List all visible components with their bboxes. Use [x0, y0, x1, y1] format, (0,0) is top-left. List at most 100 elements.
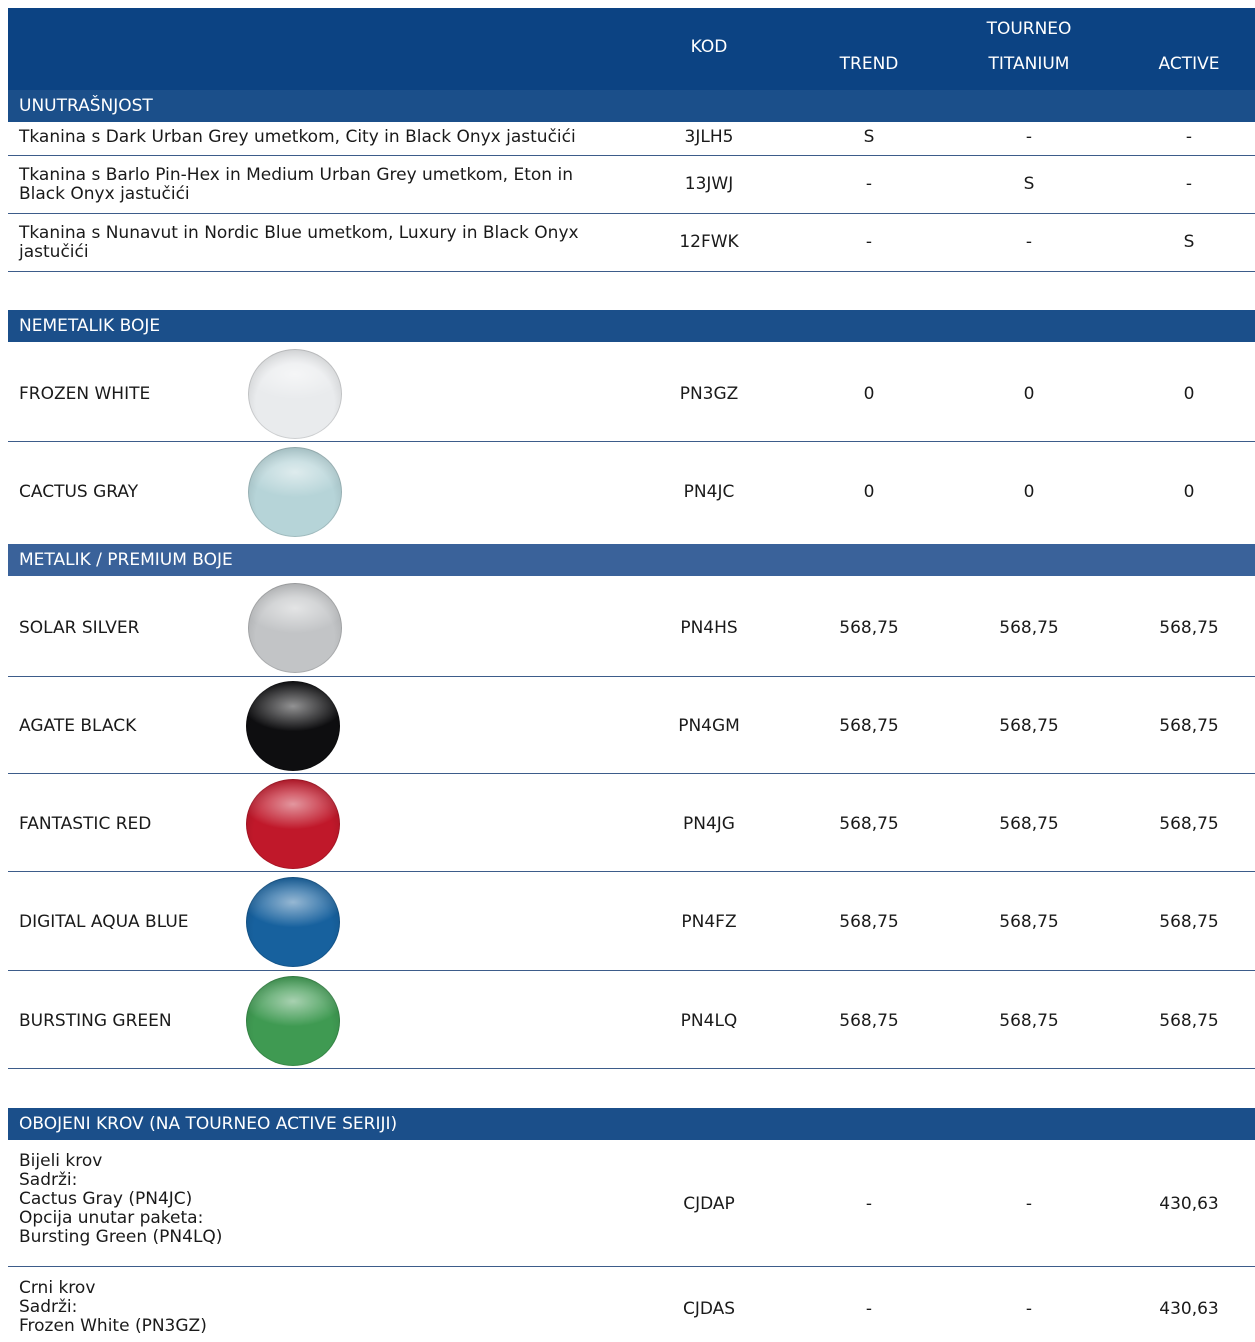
trend-cell: 568,75: [839, 618, 899, 638]
titanium-cell: -: [1025, 1194, 1033, 1214]
active-cell: 568,75: [1159, 618, 1219, 638]
row-divider: [8, 871, 1255, 872]
code-cell: PN4FZ: [681, 912, 737, 932]
color-name: DIGITAL AQUA BLUE: [19, 912, 189, 932]
header-tourneo: TOURNEO: [986, 19, 1072, 39]
active-cell: 430,63: [1159, 1194, 1219, 1214]
code-cell: CJDAP: [683, 1194, 735, 1214]
trend-cell: 0: [863, 384, 875, 404]
titanium-cell: S: [1023, 174, 1035, 194]
active-cell: 568,75: [1159, 716, 1219, 736]
color-swatch: [248, 447, 342, 537]
section-title: OBOJENI KROV (NA TOURNEO ACTIVE SERIJI): [19, 1114, 398, 1134]
titanium-cell: 568,75: [999, 618, 1059, 638]
description-line: Bursting Green (PN4LQ): [19, 1227, 223, 1247]
roof-description: Crni krov Sadrži: Frozen White (PN3GZ): [19, 1279, 207, 1336]
row-divider: [8, 970, 1255, 971]
titanium-cell: -: [1025, 127, 1033, 147]
trend-cell: 568,75: [839, 716, 899, 736]
color-swatch: [248, 583, 342, 673]
description-line: Frozen White (PN3GZ): [19, 1316, 207, 1336]
code-cell: 3JLH5: [684, 127, 734, 147]
section-metallic-colors: METALIK / PREMIUM BOJE: [8, 544, 1255, 576]
titanium-cell: 568,75: [999, 716, 1059, 736]
color-name: BURSTING GREEN: [19, 1011, 172, 1031]
color-swatch: [246, 681, 340, 771]
active-cell: 0: [1183, 384, 1195, 404]
fabric-description: Tkanina s Nunavut in Nordic Blue umetkom…: [19, 224, 579, 262]
active-cell: -: [1185, 174, 1193, 194]
trend-cell: 568,75: [839, 814, 899, 834]
description-line: Bijeli krov: [19, 1151, 103, 1171]
code-cell: PN4JG: [683, 814, 735, 834]
color-name: AGATE BLACK: [19, 716, 137, 736]
row-divider: [8, 773, 1255, 774]
titanium-cell: -: [1025, 232, 1033, 252]
color-swatch: [246, 779, 340, 869]
titanium-cell: 0: [1023, 482, 1035, 502]
titanium-cell: 568,75: [999, 1011, 1059, 1031]
description-line: Cactus Gray (PN4JC): [19, 1189, 193, 1209]
code-cell: CJDAS: [682, 1299, 736, 1319]
section-painted-roof: OBOJENI KROV (NA TOURNEO ACTIVE SERIJI): [8, 1108, 1255, 1140]
code-cell: PN4HS: [680, 618, 738, 638]
section-title: UNUTRAŠNJOST: [19, 96, 153, 116]
trend-cell: -: [865, 1299, 873, 1319]
row-divider: [8, 676, 1255, 677]
section-interior: UNUTRAŠNJOST: [8, 90, 1255, 122]
row-divider: [8, 1068, 1255, 1069]
row-divider: [8, 213, 1255, 214]
color-name: FANTASTIC RED: [19, 814, 152, 834]
description-line: Sadrži:: [19, 1297, 78, 1317]
trend-cell: 0: [863, 482, 875, 502]
active-cell: 568,75: [1159, 912, 1219, 932]
active-cell: 430,63: [1159, 1299, 1219, 1319]
trend-cell: S: [863, 127, 875, 147]
active-cell: S: [1183, 232, 1195, 252]
description-line: Black Onyx jastučići: [19, 184, 190, 204]
trend-cell: 568,75: [839, 912, 899, 932]
color-swatch: [246, 877, 340, 967]
row-divider: [8, 1266, 1255, 1267]
code-cell: 13JWJ: [684, 174, 734, 194]
section-solid-colors: NEMETALIK BOJE: [8, 310, 1255, 342]
trend-cell: -: [865, 1194, 873, 1214]
header-trend: TREND: [839, 54, 899, 74]
titanium-cell: 568,75: [999, 912, 1059, 932]
table-header: KOD TREND TOURNEO TITANIUM ACTIVE: [8, 8, 1255, 90]
color-swatch: [246, 976, 340, 1066]
row-divider: [8, 155, 1255, 156]
color-name: CACTUS GRAY: [19, 482, 139, 502]
header-titanium: TITANIUM: [988, 54, 1070, 74]
row-divider: [8, 271, 1255, 272]
header-kod: KOD: [690, 37, 728, 57]
code-cell: PN3GZ: [679, 384, 739, 404]
trend-cell: 568,75: [839, 1011, 899, 1031]
description-line: Tkanina s Nunavut in Nordic Blue umetkom…: [19, 223, 579, 243]
fabric-description: Tkanina s Barlo Pin-Hex in Medium Urban …: [19, 166, 573, 204]
row-divider: [8, 441, 1255, 442]
titanium-cell: 568,75: [999, 814, 1059, 834]
header-active: ACTIVE: [1158, 54, 1220, 74]
code-cell: PN4JC: [683, 482, 735, 502]
trend-cell: -: [865, 232, 873, 252]
description-line: Opcija unutar paketa:: [19, 1208, 204, 1228]
section-title: METALIK / PREMIUM BOJE: [19, 550, 233, 570]
section-title: NEMETALIK BOJE: [19, 316, 161, 336]
roof-description: Bijeli krov Sadrži: Cactus Gray (PN4JC) …: [19, 1152, 222, 1247]
code-cell: PN4GM: [678, 716, 740, 736]
code-cell: 12FWK: [679, 232, 739, 252]
active-cell: 0: [1183, 482, 1195, 502]
description-line: Tkanina s Barlo Pin-Hex in Medium Urban …: [19, 165, 573, 185]
trend-cell: -: [865, 174, 873, 194]
color-name: FROZEN WHITE: [19, 384, 151, 404]
active-cell: 568,75: [1159, 814, 1219, 834]
color-name: SOLAR SILVER: [19, 618, 140, 638]
active-cell: -: [1185, 127, 1193, 147]
description-line: Sadrži:: [19, 1170, 78, 1190]
titanium-cell: 0: [1023, 384, 1035, 404]
description-line: Crni krov: [19, 1278, 96, 1298]
color-swatch: [248, 349, 342, 439]
fabric-description: Tkanina s Dark Urban Grey umetkom, City …: [19, 127, 576, 147]
description-line: jastučići: [19, 242, 89, 262]
